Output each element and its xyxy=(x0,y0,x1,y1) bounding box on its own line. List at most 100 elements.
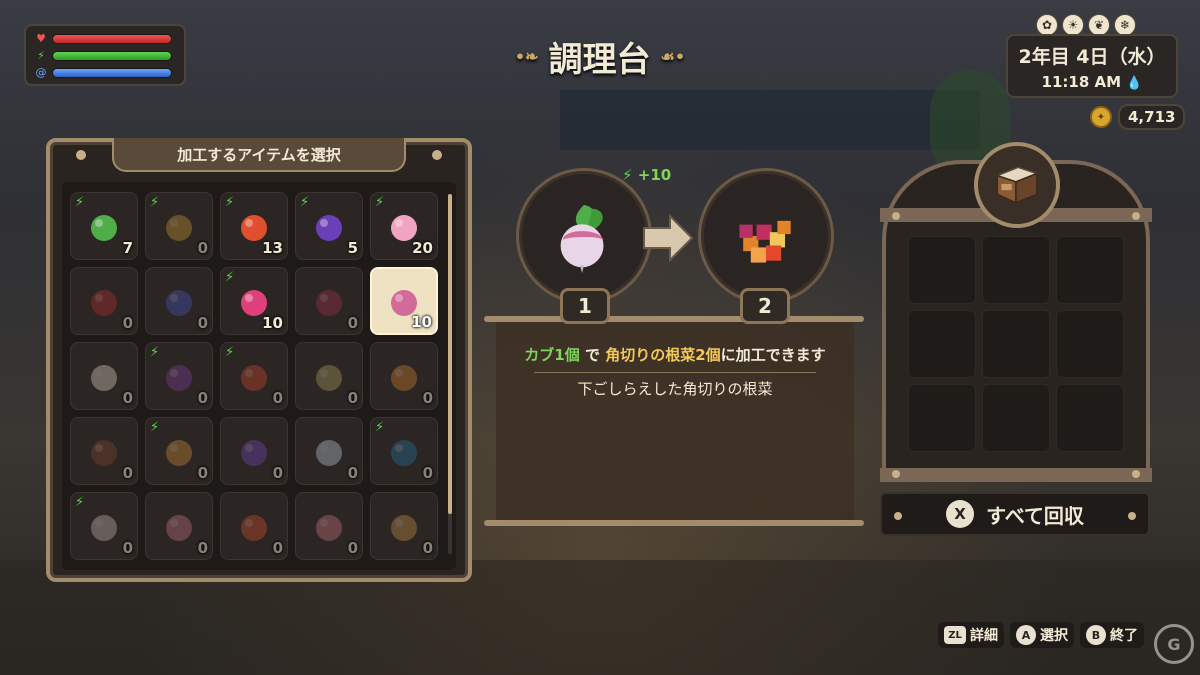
recipe-description: カブ1個 で 角切りの根菜2個に加工できます xyxy=(496,344,854,365)
output-slot[interactable] xyxy=(908,236,976,304)
help-exit[interactable]: B 終了 xyxy=(1080,622,1144,648)
collect-all-button[interactable]: X すべて回収 xyxy=(880,492,1150,536)
inventory-slot-dark-iris[interactable]: ⚡ 5 xyxy=(295,192,363,260)
inventory-slot-clam[interactable]: ⚡ 0 xyxy=(70,492,138,560)
output-slot[interactable] xyxy=(982,236,1050,304)
magic-bar xyxy=(52,67,172,78)
description-divider xyxy=(534,372,816,373)
item-count: 0 xyxy=(347,464,358,482)
grapes-icon xyxy=(316,365,342,391)
inventory-slot-sea-buckthorn[interactable]: 0 xyxy=(370,342,438,410)
inventory-slot-turnip[interactable]: 10 xyxy=(370,267,438,335)
output-slot[interactable] xyxy=(908,384,976,452)
stamina-boost-icon: ⚡ xyxy=(75,195,85,210)
money-display: ✦ 4,713 xyxy=(1090,104,1186,130)
raindrop-icon: 💧 xyxy=(1126,76,1143,91)
item-count: 13 xyxy=(262,239,283,257)
ornament-left-icon: •❧ xyxy=(514,46,539,66)
health-bar xyxy=(52,33,172,44)
blackberry-icon xyxy=(316,290,342,316)
output-slot[interactable] xyxy=(982,384,1050,452)
inventory-slot-grapes[interactable]: 0 xyxy=(295,342,363,410)
output-slot[interactable] xyxy=(1056,384,1124,452)
output-slot[interactable] xyxy=(982,310,1050,378)
stamina-boost-icon: ⚡ xyxy=(150,195,160,210)
inventory-slot-pink-flower[interactable]: ⚡ 20 xyxy=(370,192,438,260)
swirl-icon: @ xyxy=(35,66,47,79)
inventory-slot-white-mushroom[interactable]: 0 xyxy=(295,417,363,485)
output-slot[interactable] xyxy=(1056,236,1124,304)
inventory-slot-purple-beans[interactable]: ⚡ 0 xyxy=(145,342,213,410)
small-fish-icon xyxy=(166,515,192,541)
stamina-boost-icon: ⚡ xyxy=(225,270,235,285)
help-details-label: 詳細 xyxy=(970,628,998,644)
stamina-boost-icon: ⚡ xyxy=(375,195,385,210)
inventory-slot-dandelion[interactable]: ⚡ 0 xyxy=(145,192,213,260)
purple-beans-icon xyxy=(166,365,192,391)
inventory-slot-pink-fish[interactable]: 0 xyxy=(295,492,363,560)
stamina-boost-icon: ⚡ xyxy=(225,345,235,360)
cauliflower-icon xyxy=(91,365,117,391)
inventory-slot-green-herb[interactable]: ⚡ 7 xyxy=(70,192,138,260)
money-amount: 4,713 xyxy=(1118,104,1186,130)
help-select[interactable]: A 選択 xyxy=(1010,622,1074,648)
item-count: 0 xyxy=(347,389,358,407)
collect-all-label: すべて回収 xyxy=(986,503,1084,528)
inventory-slot-small-fish[interactable]: 0 xyxy=(145,492,213,560)
inventory-slot-tomato[interactable]: ⚡ 0 xyxy=(220,342,288,410)
stamina-boost-icon: ⚡ xyxy=(150,345,160,360)
pink-fish-icon xyxy=(316,515,342,541)
site-watermark-logo: G xyxy=(1154,624,1194,664)
output-slot[interactable] xyxy=(1056,310,1124,378)
autumn-leaf-icon: ❦ xyxy=(1088,14,1110,36)
stamina-boost-icon: ⚡ xyxy=(375,420,385,435)
help-details[interactable]: ZL 詳細 xyxy=(938,622,1004,648)
page-title: •❧ 調理台 ☙• xyxy=(500,34,700,80)
zl-button-icon: ZL xyxy=(944,626,966,644)
sea-buckthorn-icon xyxy=(391,365,417,391)
item-count: 0 xyxy=(272,464,283,482)
output-item-circle xyxy=(698,168,834,304)
diced-root-vegetables-icon xyxy=(739,220,791,263)
inventory-slot-cauliflower[interactable]: 0 xyxy=(70,342,138,410)
ornament-right-icon: ☙• xyxy=(660,46,686,66)
stamina-boost-icon: ⚡ xyxy=(75,495,85,510)
inventory-scrollbar[interactable] xyxy=(448,194,452,554)
input-quantity: 1 xyxy=(560,288,610,324)
inventory-slot-chanterelle[interactable]: ⚡ 0 xyxy=(145,417,213,485)
storage-beam-bottom xyxy=(880,468,1152,482)
coin-icon: ✦ xyxy=(1090,106,1112,128)
item-count: 0 xyxy=(122,314,133,332)
item-count: 0 xyxy=(197,464,208,482)
scrollbar-thumb[interactable] xyxy=(448,194,452,514)
item-count: 0 xyxy=(272,539,283,557)
dark-iris-icon xyxy=(316,215,342,241)
inventory-slot-red-fish[interactable]: 0 xyxy=(220,492,288,560)
stamina-boost-icon: ⚡ xyxy=(225,195,235,210)
help-exit-label: 終了 xyxy=(1110,628,1138,644)
item-count: 0 xyxy=(197,539,208,557)
inventory-slot-mussel[interactable]: ⚡ 0 xyxy=(370,417,438,485)
time-row: 11:18 AM 💧 xyxy=(1008,73,1176,91)
summer-sun-icon: ☀ xyxy=(1062,14,1084,36)
stamina-boost-icon: ⚡ xyxy=(300,195,310,210)
clam-icon xyxy=(91,515,117,541)
inventory-slot-flatfish[interactable]: 0 xyxy=(370,492,438,560)
help-select-label: 選択 xyxy=(1040,628,1068,644)
inventory-slot-red-lily[interactable]: ⚡ 13 xyxy=(220,192,288,260)
inventory-slot-chestnut[interactable]: 0 xyxy=(70,417,138,485)
cooking-table-icon xyxy=(994,166,1040,204)
inventory-slot-raspberry[interactable]: ⚡ 10 xyxy=(220,267,288,335)
date-text: 2年目 4日（水） xyxy=(1018,46,1166,68)
item-count: 0 xyxy=(197,239,208,257)
chestnut-icon xyxy=(91,440,117,466)
output-slot[interactable] xyxy=(908,310,976,378)
item-count: 0 xyxy=(122,539,133,557)
inventory-slot-red-berries[interactable]: 0 xyxy=(70,267,138,335)
inventory-slot-purple-mushroom[interactable]: 0 xyxy=(220,417,288,485)
inventory-slot-blackberry[interactable]: 0 xyxy=(295,267,363,335)
inventory-slot-blueberries[interactable]: 0 xyxy=(145,267,213,335)
gain-lightning-icon: ⚡ xyxy=(622,166,633,184)
output-quantity: 2 xyxy=(740,288,790,324)
stamina-row: ⚡ xyxy=(34,49,172,62)
